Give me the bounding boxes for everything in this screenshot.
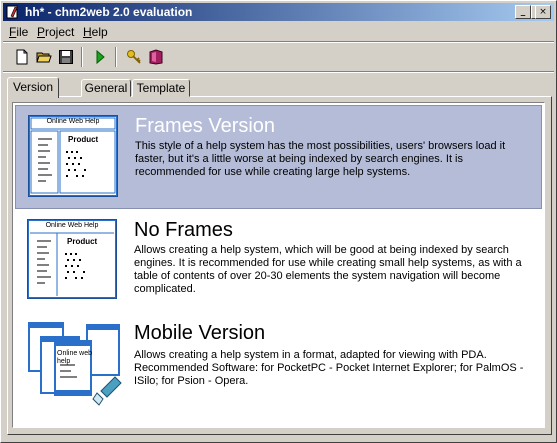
menu-project-label: roject [45, 25, 75, 39]
no-frames-preview-header: Online Web Help [45, 222, 99, 229]
run-icon [96, 49, 105, 65]
help-button[interactable] [145, 46, 167, 68]
save-button[interactable] [55, 46, 77, 68]
toolbar-separator-2 [115, 47, 117, 67]
option-no-frames-description: Allows creating a help system, which wil… [134, 244, 522, 295]
minimize-button[interactable]: _ [515, 5, 531, 19]
open-button[interactable] [33, 46, 55, 68]
option-no-frames[interactable]: Online Web Help Product No Frames Allows… [15, 211, 542, 314]
option-frames-description: This style of a help system has the most… [135, 140, 506, 178]
mobile-preview-header: Online web help [57, 350, 93, 365]
toolbar-separator [3, 71, 554, 73]
option-frames-title: Frames Version [135, 115, 276, 137]
frames-preview-image: Online Web Help Product [28, 115, 118, 197]
save-icon [59, 50, 73, 64]
option-mobile-description: Allows creating a help system in a forma… [134, 349, 524, 387]
mobile-preview-image: Online web help [27, 321, 122, 411]
option-frames-version[interactable]: Online Web Help Product Frames Version T… [15, 105, 542, 209]
no-frames-preview-image: Online Web Help Product [27, 219, 117, 299]
tab-version[interactable]: Version [7, 77, 59, 98]
menu-file-label: ile [16, 25, 29, 39]
window-title: hh* - chm2web 2.0 evaluation [25, 5, 193, 19]
version-list: Online Web Help Product Frames Version T… [12, 102, 545, 428]
menu-project-accel: P [37, 25, 46, 39]
new-button[interactable] [11, 46, 33, 68]
key-icon [127, 50, 141, 64]
new-document-icon [16, 49, 28, 65]
register-button[interactable] [123, 46, 145, 68]
toolbar [3, 44, 554, 70]
no-frames-preview-product: Product [67, 237, 98, 246]
menu-file[interactable]: File [9, 25, 28, 39]
open-folder-icon [36, 52, 52, 63]
toolbar-separator-1 [81, 47, 83, 67]
tab-general[interactable]: General [81, 79, 131, 97]
option-mobile-version[interactable]: Online web help Mobile Version Allows cr… [15, 315, 542, 425]
tab-template[interactable]: Template [132, 79, 190, 97]
run-button[interactable] [89, 46, 111, 68]
menu-help[interactable]: Help [83, 25, 108, 39]
help-book-icon [149, 49, 163, 65]
menu-help-accel: H [83, 25, 92, 39]
option-no-frames-title: No Frames [134, 219, 233, 241]
title-bar[interactable]: hh* - chm2web 2.0 evaluation _ □ [3, 3, 554, 21]
frames-preview-header: Online Web Help [46, 118, 100, 125]
close-button[interactable]: × [535, 5, 551, 19]
frames-preview-product: Product [68, 135, 99, 144]
menu-project[interactable]: Project [37, 25, 74, 39]
app-icon [6, 5, 18, 19]
menu-separator [3, 41, 554, 43]
menu-bar: File Project Help [3, 23, 554, 41]
menu-help-label: elp [91, 25, 108, 39]
main-window: hh* - chm2web 2.0 evaluation _ □ × File … [0, 0, 557, 443]
option-mobile-title: Mobile Version [134, 322, 266, 344]
